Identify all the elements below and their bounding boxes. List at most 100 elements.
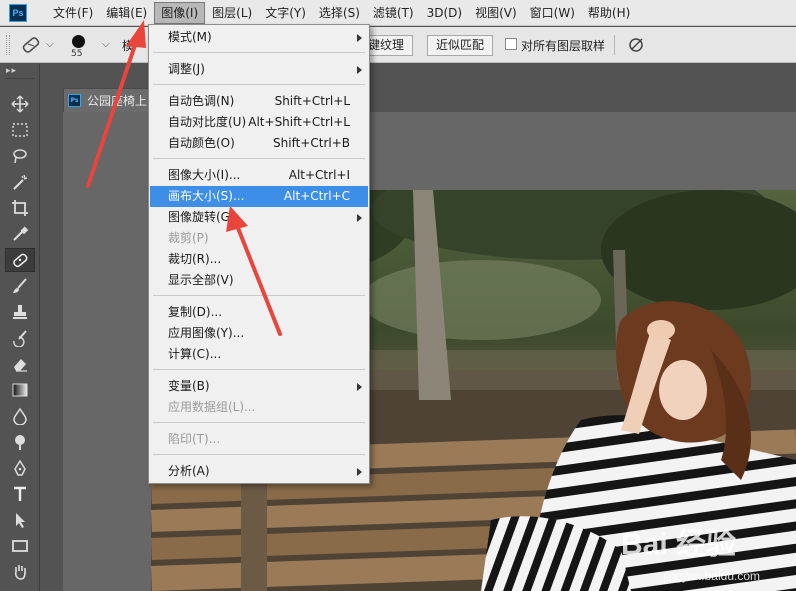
menu-separator bbox=[153, 369, 365, 370]
menu-item-label: 应用图像(Y)... bbox=[168, 326, 245, 340]
menu-item-shortcut: Shift+Ctrl+B bbox=[273, 136, 350, 150]
image-menu-item[interactable]: 自动颜色(O) Shift+Ctrl+B bbox=[150, 133, 368, 154]
brush-tip-icon bbox=[72, 35, 85, 48]
menu-item-label: 自动色调(N) bbox=[168, 94, 235, 108]
menu-item[interactable]: 3D(D) bbox=[421, 2, 468, 24]
options-bar-grip[interactable] bbox=[6, 35, 10, 55]
marquee-tool-button[interactable] bbox=[5, 118, 35, 142]
image-menu-item: 应用数据组(L)... bbox=[150, 397, 368, 418]
image-menu-item[interactable]: 应用图像(Y)... bbox=[150, 323, 368, 344]
crop-tool-icon bbox=[12, 200, 28, 216]
blur-tool-button[interactable] bbox=[5, 404, 35, 428]
menu-item[interactable]: 文字(Y) bbox=[259, 2, 312, 24]
options-divider bbox=[614, 35, 615, 55]
image-menu-item[interactable]: 变量(B) bbox=[150, 376, 368, 397]
type-tool-icon bbox=[14, 486, 26, 501]
menu-item[interactable]: 选择(S) bbox=[313, 2, 366, 24]
menu-item-label: 画布大小(S)... bbox=[168, 189, 245, 203]
menu-item-shortcut: Alt+Ctrl+C bbox=[283, 189, 350, 203]
toolbar-divider bbox=[5, 78, 35, 79]
healing-brush-tool-button[interactable] bbox=[5, 248, 35, 272]
menu-item-label: 裁剪(P) bbox=[168, 231, 209, 245]
menu-item[interactable]: 编辑(E) bbox=[100, 2, 153, 24]
menu-item[interactable]: 图像(I) bbox=[154, 1, 206, 24]
image-menu-item[interactable]: 自动对比度(U) Alt+Shift+Ctrl+L bbox=[150, 112, 368, 133]
image-menu-item[interactable]: 裁切(R)... bbox=[150, 249, 368, 270]
menu-item-label: 图像旋转(G) bbox=[168, 210, 235, 224]
document-tab-title: 公园座椅上 bbox=[87, 94, 148, 108]
gradient-tool-button[interactable] bbox=[5, 378, 35, 402]
move-tool-button[interactable] bbox=[5, 92, 35, 116]
submenu-arrow-icon bbox=[357, 468, 362, 476]
hand-tool-button[interactable] bbox=[5, 560, 35, 584]
image-menu-item[interactable]: 图像大小(I)... Alt+Ctrl+I bbox=[150, 165, 368, 186]
menu-item-label: 图像大小(I)... bbox=[168, 168, 241, 182]
sample-all-layers-label: 对所有图层取样 bbox=[521, 39, 606, 53]
menu-item[interactable]: 帮助(H) bbox=[582, 2, 636, 24]
proximity-match-button[interactable]: 近似匹配 bbox=[427, 35, 494, 56]
path-selection-tool-button[interactable] bbox=[5, 508, 35, 532]
sample-all-layers-checkbox[interactable] bbox=[505, 38, 517, 50]
menu-item-label: 计算(C)... bbox=[168, 347, 222, 361]
menu-item[interactable]: 视图(V) bbox=[469, 2, 523, 24]
crop-tool-button[interactable] bbox=[5, 196, 35, 220]
rectangle-tool-button[interactable] bbox=[5, 534, 35, 558]
clone-stamp-tool-button[interactable] bbox=[5, 300, 35, 324]
menu-item-label: 模式(M) bbox=[168, 30, 212, 44]
brush-size-picker[interactable]: 55 bbox=[64, 33, 92, 61]
menu-item[interactable]: 图层(L) bbox=[206, 2, 258, 24]
menu-item-label: 调整(J) bbox=[168, 62, 205, 76]
image-menu-item[interactable]: 自动色调(N) Shift+Ctrl+L bbox=[150, 91, 368, 112]
pressure-size-icon[interactable] bbox=[626, 35, 646, 55]
menu-separator bbox=[153, 84, 365, 85]
menu-item[interactable]: 滤镜(T) bbox=[367, 2, 420, 24]
menu-item-label: 变量(B) bbox=[168, 379, 210, 393]
menu-separator bbox=[153, 422, 365, 423]
dodge-tool-button[interactable] bbox=[5, 430, 35, 454]
menu-item[interactable]: 文件(F) bbox=[47, 2, 99, 24]
menu-item-label: 裁切(R)... bbox=[168, 252, 222, 266]
submenu-arrow-icon bbox=[357, 214, 362, 222]
chevron-down-icon[interactable]: ⌵ bbox=[46, 39, 54, 50]
move-tool-icon bbox=[11, 95, 29, 113]
magic-wand-tool-icon bbox=[13, 174, 28, 190]
magic-wand-tool-button[interactable] bbox=[5, 170, 35, 194]
dodge-tool-icon bbox=[15, 435, 25, 450]
menu-separator bbox=[153, 454, 365, 455]
image-menu-item[interactable]: 计算(C)... bbox=[150, 344, 368, 365]
image-menu-item[interactable]: 显示全部(V) bbox=[150, 270, 368, 291]
menu-item-label: 应用数据组(L)... bbox=[168, 400, 256, 414]
menu-item-shortcut: Alt+Ctrl+I bbox=[288, 168, 350, 182]
menu-item[interactable]: 窗口(W) bbox=[524, 2, 581, 24]
blur-tool-icon bbox=[13, 407, 27, 425]
eyedropper-tool-button[interactable] bbox=[5, 222, 35, 246]
lasso-tool-button[interactable] bbox=[5, 144, 35, 168]
healing-brush-preset-icon[interactable] bbox=[20, 35, 42, 55]
brush-picker-chevron-icon[interactable]: ⌵ bbox=[102, 39, 110, 50]
menu-item-label: 显示全部(V) bbox=[168, 273, 234, 287]
type-tool-button[interactable] bbox=[5, 482, 35, 506]
lasso-tool-icon bbox=[13, 149, 27, 164]
image-menu-item[interactable]: 画布大小(S)... Alt+Ctrl+C bbox=[150, 186, 368, 207]
menu-item-label: 陷印(T)... bbox=[168, 432, 221, 446]
eyedropper-tool-icon bbox=[13, 226, 29, 241]
brush-tool-icon bbox=[13, 278, 27, 293]
history-brush-tool-button[interactable] bbox=[5, 326, 35, 350]
tools-panel: ▸▸ bbox=[0, 64, 40, 591]
image-menu-item[interactable]: 模式(M) bbox=[150, 27, 368, 48]
eraser-tool-button[interactable] bbox=[5, 352, 35, 376]
pen-tool-button[interactable] bbox=[5, 456, 35, 480]
mode-label: 模 bbox=[122, 39, 135, 53]
menu-item-label: 自动对比度(U) bbox=[168, 115, 247, 129]
hand-tool-icon bbox=[14, 565, 26, 580]
brush-tool-button[interactable] bbox=[5, 274, 35, 298]
document-ps-icon: Ps bbox=[68, 94, 81, 107]
marquee-tool-icon bbox=[12, 123, 28, 137]
image-menu-item[interactable]: 调整(J) bbox=[150, 59, 368, 80]
image-menu-item[interactable]: 图像旋转(G) bbox=[150, 207, 368, 228]
image-menu-item[interactable]: 分析(A) bbox=[150, 461, 368, 482]
toolbar-collapse-icon[interactable]: ▸▸ bbox=[6, 66, 17, 76]
image-menu-dropdown: 模式(M) 调整(J) 自动色调(N) Shift+Ctrl+L 自动对比度(U) Alt… bbox=[148, 24, 370, 484]
image-menu-item[interactable]: 复制(D)... bbox=[150, 302, 368, 323]
menu-item-label: 复制(D)... bbox=[168, 305, 223, 319]
